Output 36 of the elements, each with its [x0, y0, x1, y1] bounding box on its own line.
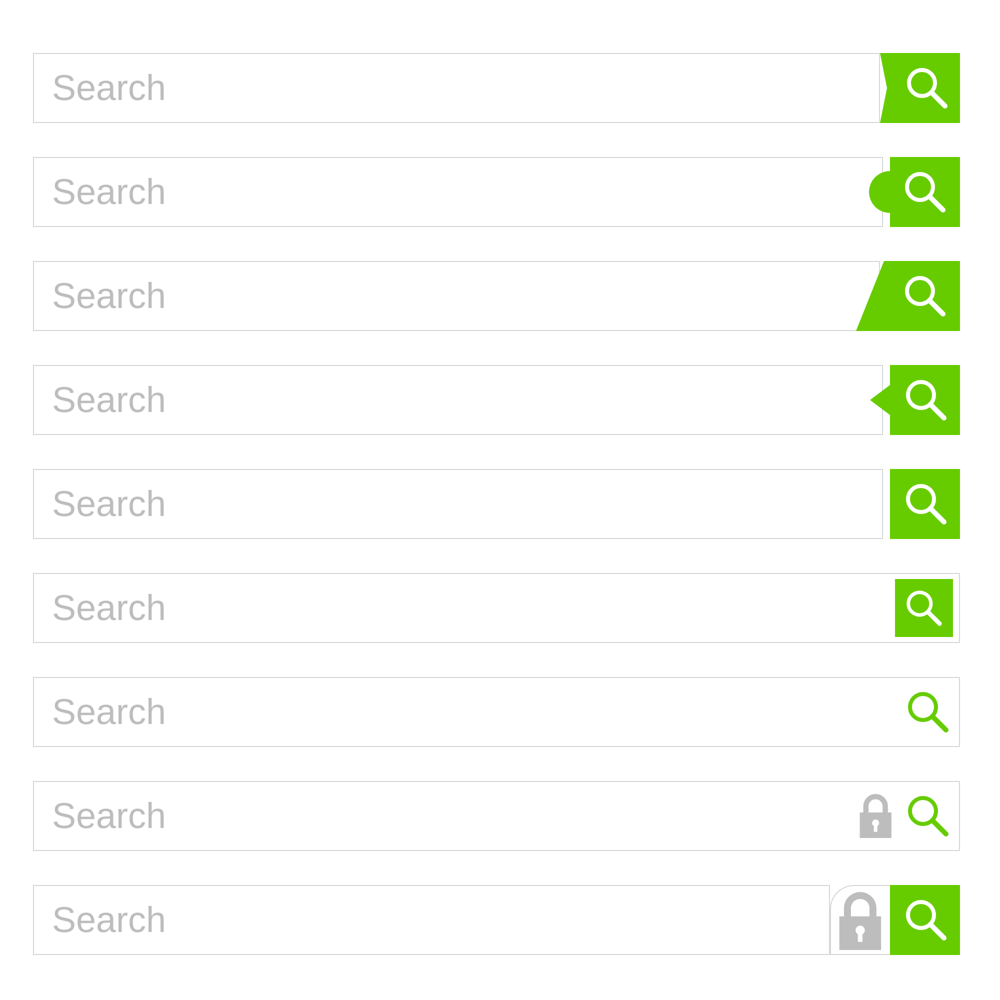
search-input[interactable]: Search	[52, 379, 352, 421]
search-icon	[907, 68, 948, 108]
search-field[interactable]: Search	[33, 781, 960, 851]
search-button[interactable]	[870, 365, 960, 435]
search-icon	[905, 793, 951, 839]
search-input[interactable]: Search	[52, 691, 352, 733]
lock-icon	[837, 892, 884, 950]
search-field[interactable]: Search	[33, 53, 880, 123]
search-button[interactable]	[880, 53, 960, 123]
search-field[interactable]: Search	[33, 365, 883, 435]
search-input[interactable]: Search	[52, 275, 352, 317]
search-icon	[906, 900, 946, 940]
search-field[interactable]: Search	[33, 157, 883, 227]
search-field[interactable]: Search	[33, 469, 883, 539]
search-field[interactable]: Search	[33, 677, 960, 747]
search-icon	[906, 380, 946, 420]
search-button[interactable]	[856, 261, 960, 331]
search-input[interactable]: Search	[52, 483, 352, 525]
search-button[interactable]	[869, 157, 960, 227]
search-icon	[905, 276, 946, 316]
search-input[interactable]: Search	[52, 899, 352, 941]
search-button[interactable]	[895, 579, 953, 637]
search-field[interactable]: Search	[33, 573, 960, 643]
search-button[interactable]	[890, 469, 960, 539]
search-icon	[904, 588, 944, 628]
search-button[interactable]	[890, 885, 960, 955]
search-input[interactable]: Search	[52, 795, 352, 837]
lock-icon	[858, 794, 893, 838]
search-input[interactable]: Search	[52, 171, 352, 213]
search-input[interactable]: Search	[52, 587, 352, 629]
search-field[interactable]: Search	[33, 261, 880, 331]
search-field[interactable]: Search	[33, 885, 830, 955]
search-icon	[905, 689, 951, 735]
search-input[interactable]: Search	[52, 67, 352, 109]
search-icon	[906, 484, 946, 524]
search-icon	[905, 172, 946, 212]
